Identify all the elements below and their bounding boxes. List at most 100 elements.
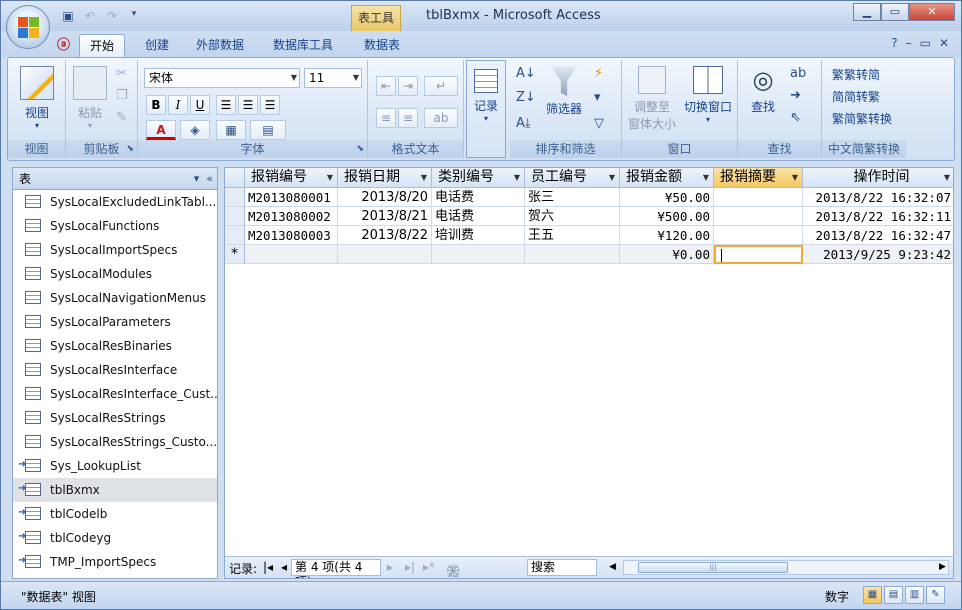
nav-item-table[interactable]: SysLocalResStrings <box>13 406 217 430</box>
clear-sort-icon[interactable]: A⤓ <box>516 116 531 131</box>
selection-filter-icon[interactable]: ⚡ <box>594 66 603 81</box>
table-cell[interactable]: 张三 <box>525 188 620 207</box>
paste-button[interactable]: 粘贴 ▾ <box>70 66 110 130</box>
nav-item-table[interactable]: SysLocalResInterface <box>13 358 217 382</box>
goto-icon[interactable]: ➜ <box>790 88 801 103</box>
save-icon[interactable]: ▣ <box>59 9 77 25</box>
doc-close-icon[interactable]: ✕ <box>939 36 949 50</box>
table-cell[interactable]: 2013/8/22 16:32:47 <box>803 226 953 245</box>
undo-icon[interactable]: ↶ <box>81 9 99 25</box>
nav-item-table[interactable]: SysLocalParameters <box>13 310 217 334</box>
row-selector[interactable] <box>225 226 245 245</box>
bullet-list-icon[interactable]: ≡ <box>398 108 418 128</box>
replace-icon[interactable]: ab <box>790 66 806 81</box>
sort-descending-icon[interactable]: Z↓ <box>516 90 536 105</box>
table-cell[interactable]: 电话费 <box>432 207 525 226</box>
horizontal-scrollbar[interactable]: ||| <box>623 560 949 575</box>
nav-item-table[interactable]: SysLocalResBinaries <box>13 334 217 358</box>
new-record-cell[interactable] <box>245 245 338 264</box>
tab-external-data[interactable]: 外部数据 <box>189 34 251 57</box>
table-cell[interactable]: M2013080001 <box>245 188 338 207</box>
new-record-icon[interactable]: ▸* <box>423 560 435 574</box>
current-record-box[interactable]: 第 4 项(共 4 项) <box>291 559 381 578</box>
nav-item-table[interactable]: ➜ TMP_ImportSpecs <box>13 550 217 574</box>
table-cell[interactable]: 2013/8/21 <box>338 207 432 226</box>
nav-item-table[interactable]: ➜ tblBxmx <box>13 478 217 502</box>
chevron-down-icon[interactable]: ▼ <box>609 168 615 187</box>
nav-item-table[interactable]: SysLocalNavigationMenus <box>13 286 217 310</box>
underline-button[interactable]: U <box>190 95 210 115</box>
scroll-left-icon[interactable]: ◀ <box>609 562 616 572</box>
first-record-icon[interactable]: |◂ <box>263 560 273 574</box>
column-header[interactable]: 操作时间 ▼ <box>803 168 953 188</box>
table-cell[interactable]: 培训费 <box>432 226 525 245</box>
table-cell[interactable]: 2013/8/22 16:32:07 <box>803 188 953 207</box>
fill-color-icon[interactable]: ◈ <box>180 120 210 140</box>
new-record-selector[interactable]: * <box>225 245 245 264</box>
font-size-combo[interactable]: 11 ▼ <box>304 68 362 88</box>
nav-pane-header[interactable]: 表 ▾ « <box>13 168 217 190</box>
bold-button[interactable]: B <box>146 95 166 115</box>
t2s-button[interactable]: 繁繁转简 <box>832 66 880 83</box>
highlight-icon[interactable]: ab <box>424 108 458 128</box>
design-view-icon[interactable]: ✎ <box>926 586 945 604</box>
nav-item-table[interactable]: SysLocalFunctions <box>13 214 217 238</box>
records-button[interactable]: 记录 ▾ <box>469 69 503 123</box>
datasheet-view-icon[interactable]: ▦ <box>863 586 882 604</box>
nav-dropdown-icon[interactable]: ▾ <box>194 172 200 185</box>
new-record-cell[interactable] <box>338 245 432 264</box>
nav-item-table[interactable]: SysLocalExcludedLinkTabl... <box>13 190 217 214</box>
view-button[interactable]: 视图 ▾ <box>14 66 60 130</box>
chevron-down-icon[interactable]: ▼ <box>703 168 709 187</box>
filter-button[interactable]: 筛选器 <box>542 66 586 117</box>
table-cell[interactable] <box>714 226 803 245</box>
table-cell[interactable]: ¥120.00 <box>620 226 714 245</box>
increase-indent-icon[interactable]: ⇥ <box>398 76 418 96</box>
table-cell[interactable] <box>714 188 803 207</box>
table-cell[interactable]: ¥500.00 <box>620 207 714 226</box>
new-record-cell[interactable] <box>525 245 620 264</box>
gridlines-icon[interactable]: ▦ <box>216 120 246 140</box>
size-to-fit-button[interactable]: 调整至 窗体大小 <box>624 66 680 132</box>
redo-icon[interactable]: ↷ <box>103 9 121 25</box>
table-cell[interactable]: 王五 <box>525 226 620 245</box>
nav-item-table[interactable]: SysLocalResInterface_Cust... <box>13 382 217 406</box>
align-center-icon[interactable]: ☰ <box>238 95 258 115</box>
doc-restore-icon[interactable]: ▭ <box>920 36 931 50</box>
chevron-down-icon[interactable]: ▼ <box>792 168 798 187</box>
pivottable-view-icon[interactable]: ▤ <box>884 586 903 604</box>
nav-item-table[interactable]: ➜ tblCodelb <box>13 502 217 526</box>
dialog-launcher-icon[interactable]: ⬊ <box>356 140 364 158</box>
prev-record-icon[interactable]: ◂ <box>281 560 287 574</box>
decrease-indent-icon[interactable]: ⇤ <box>376 76 396 96</box>
select-icon[interactable]: ⇖ <box>790 110 801 125</box>
select-all-corner[interactable] <box>225 168 245 188</box>
column-header[interactable]: 报销日期 ▼ <box>338 168 432 188</box>
new-record-cell[interactable]: ¥0.00 <box>620 245 714 264</box>
table-cell[interactable]: ¥50.00 <box>620 188 714 207</box>
switch-windows-button[interactable]: 切换窗口 ▾ <box>680 66 736 124</box>
minimize-button[interactable]: ▁ <box>853 3 881 21</box>
copy-icon[interactable]: ❐ <box>116 88 128 103</box>
nav-item-table[interactable]: ➜ Sys_LookupList <box>13 454 217 478</box>
doc-minimize-icon[interactable]: – <box>906 36 912 50</box>
new-record-cell[interactable] <box>432 245 525 264</box>
help-icon[interactable]: ? <box>891 36 897 50</box>
row-selector[interactable] <box>225 207 245 226</box>
row-selector[interactable] <box>225 188 245 207</box>
align-right-icon[interactable]: ☰ <box>260 95 280 115</box>
column-header[interactable]: 员工编号 ▼ <box>525 168 620 188</box>
nav-item-table[interactable]: SysLocalResStrings_Custo... <box>13 430 217 454</box>
align-left-icon[interactable]: ☰ <box>216 95 236 115</box>
focused-cell[interactable] <box>714 245 803 264</box>
table-cell[interactable]: M2013080002 <box>245 207 338 226</box>
column-header[interactable]: 报销编号 ▼ <box>245 168 338 188</box>
font-color-icon[interactable]: A <box>146 120 176 140</box>
table-cell[interactable]: M2013080003 <box>245 226 338 245</box>
nav-item-table[interactable]: SysLocalImportSpecs <box>13 238 217 262</box>
column-header[interactable]: 报销金额 ▼ <box>620 168 714 188</box>
maximize-button[interactable]: ▭ <box>881 3 909 21</box>
toggle-filter-icon[interactable]: ▽ <box>594 116 604 131</box>
table-cell[interactable]: 2013/8/22 <box>338 226 432 245</box>
rtl-icon[interactable]: ↵ <box>424 76 458 96</box>
